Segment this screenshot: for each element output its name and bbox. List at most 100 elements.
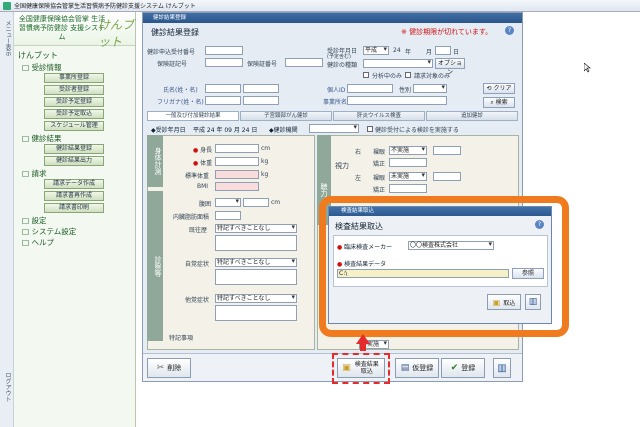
exam-type-select[interactable]	[363, 59, 433, 68]
exam-place-select[interactable]	[309, 124, 359, 133]
history-select[interactable]: 特記すべきことなし	[215, 224, 297, 233]
naked-eye-select-r[interactable]: 不実施	[389, 146, 427, 155]
last-kana-input[interactable]	[205, 96, 241, 105]
day-unit: 日	[453, 49, 460, 56]
reception-checkbox[interactable]	[367, 126, 373, 132]
height-label: ● 身長	[193, 147, 213, 154]
month-unit: 月	[426, 49, 433, 56]
insurer-input[interactable]	[205, 58, 243, 67]
personal-id-input[interactable]	[347, 84, 393, 93]
maker-select[interactable]: 〇〇検査株式会社	[408, 241, 494, 250]
gender-select[interactable]	[413, 84, 447, 93]
std-weight-label: 標準体重	[185, 173, 210, 180]
window-titlebar: 健診結果登録	[143, 13, 522, 23]
last-name-input[interactable]	[205, 84, 241, 93]
vision-label: 視力	[335, 162, 349, 170]
exit-icon: ▥	[497, 362, 507, 374]
kana-label: フリガナ(姓・名)	[157, 99, 204, 106]
clear-button[interactable]: ⟲ クリア	[483, 83, 515, 94]
waist-input[interactable]	[243, 198, 269, 207]
dashed-highlight	[332, 353, 390, 384]
waist-method-select[interactable]	[215, 198, 241, 207]
close-window-button[interactable]: ▥	[493, 358, 511, 378]
billing-only-checkbox[interactable]	[405, 72, 411, 78]
nav-billing-recreate[interactable]: 請求書再作成	[44, 191, 104, 201]
history-detail[interactable]	[215, 235, 297, 251]
card-no-input[interactable]	[205, 46, 243, 55]
exam-place-label: ◆健診機関	[269, 127, 298, 134]
weight-input[interactable]	[215, 157, 259, 166]
bmi-input	[215, 182, 259, 191]
history-label: 既往歴	[189, 227, 208, 234]
nav-home[interactable]: けんブット	[14, 50, 135, 62]
left-eye-label: 左	[355, 175, 362, 182]
delete-button[interactable]: ✂ 削除	[147, 358, 191, 378]
register-button[interactable]: ✔ 登録	[441, 358, 485, 378]
nav-schedule-register[interactable]: 受診予定登録	[44, 97, 104, 107]
office-input[interactable]	[347, 96, 447, 105]
analyzing-checkbox[interactable]	[363, 72, 369, 78]
insurer-no-label: 保険証番号	[247, 61, 278, 68]
insurer-no-input[interactable]	[285, 58, 323, 67]
year-unit: 年	[405, 49, 412, 56]
result-tabs: 一般及び付加健診結果 子宮頸部がん健診 肝炎ウイルス検査 追加健診	[147, 111, 519, 121]
internal-fat-input[interactable]	[215, 211, 241, 220]
dialog-import-button[interactable]: ▣ 取込	[487, 294, 521, 310]
nav-section-settings[interactable]: □ 設定	[14, 215, 135, 226]
tab-cervical[interactable]: 子宮頸部がん健診	[240, 111, 332, 121]
browse-button[interactable]: 参照	[512, 268, 544, 279]
objective-select[interactable]: 特記すべきことなし	[215, 294, 297, 303]
nav-schedule-import[interactable]: 受診予定取込	[44, 109, 104, 119]
tab-hepatitis[interactable]: 肝炎ウイルス検査	[333, 111, 425, 121]
nav-section-results[interactable]: □ 健診結果	[14, 133, 135, 144]
help-icon[interactable]: ?	[505, 26, 514, 35]
special-note-label: 特記事項	[169, 335, 194, 342]
menu-display-label[interactable]: メニュー表示	[3, 20, 12, 56]
option-button[interactable]: オプション	[435, 58, 465, 76]
nav-section-help[interactable]: □ ヘルプ	[14, 237, 135, 248]
search-button[interactable]: ⌕ 検索	[483, 97, 515, 108]
hearing-label: 聴力	[320, 183, 328, 197]
arrow-stem	[360, 343, 366, 351]
corrected-input-l[interactable]	[389, 184, 427, 193]
height-unit: cm	[261, 145, 271, 152]
exam-date-value: 平成 24 年 09 月 24 日	[193, 127, 258, 134]
day-input[interactable]	[435, 46, 451, 55]
subjective-select[interactable]: 特記すべきことなし	[215, 258, 297, 267]
first-name-input[interactable]	[243, 84, 279, 93]
nav-section-reception[interactable]: □ 受診情報	[14, 62, 135, 73]
nav-schedule-manage[interactable]: スケジュール管理	[44, 121, 104, 131]
section-exam: 診察等	[147, 191, 163, 341]
nav-examinee-register[interactable]: 受診者登録	[44, 85, 104, 95]
std-weight-input	[215, 170, 259, 179]
naked-eye-select-l[interactable]: 未実施	[389, 172, 427, 181]
insurer-label: 保険証記号	[157, 61, 188, 68]
nav-result-output[interactable]: 健診結果出力	[44, 156, 104, 166]
naked-eye-input-l[interactable]	[433, 172, 461, 181]
objective-detail[interactable]	[215, 305, 297, 321]
nav-result-register[interactable]: 健診結果登録	[44, 144, 104, 154]
nav-section-system-settings[interactable]: □ システム設定	[14, 226, 135, 237]
dialog-help-icon[interactable]: ?	[535, 220, 544, 229]
weight-label: ● 体重	[193, 160, 213, 167]
dialog-close-button[interactable]: ▥	[525, 294, 541, 310]
bmi-label: BMI	[197, 183, 209, 190]
card-no-label: 健診申込受付番号	[147, 49, 196, 56]
era-select[interactable]: 平成	[363, 46, 389, 55]
subjective-detail[interactable]	[215, 269, 297, 285]
first-kana-input[interactable]	[243, 96, 279, 105]
menu-toggle-strip[interactable]: メニュー表示 ログアウト	[0, 12, 14, 427]
tab-general[interactable]: 一般及び付加健診結果	[147, 111, 239, 121]
height-input[interactable]	[215, 144, 259, 153]
nav-office-register[interactable]: 事業所登録	[44, 73, 104, 83]
nav-billing-print[interactable]: 請求書印刷	[44, 203, 104, 213]
tab-additional[interactable]: 追加健診	[426, 111, 518, 121]
nav-section-billing[interactable]: □ 請求	[14, 168, 135, 179]
logout-label[interactable]: ログアウト	[3, 372, 12, 402]
naked-eye-input-r[interactable]	[433, 146, 461, 155]
nav-billing-create[interactable]: 請求データ作成	[44, 179, 104, 189]
corrected-input-r[interactable]	[389, 158, 427, 167]
data-path-input[interactable]: C:\	[337, 269, 509, 278]
date-sub-label: (予定含む)	[327, 54, 351, 60]
temp-save-button[interactable]: ▤ 仮登録	[395, 358, 439, 378]
